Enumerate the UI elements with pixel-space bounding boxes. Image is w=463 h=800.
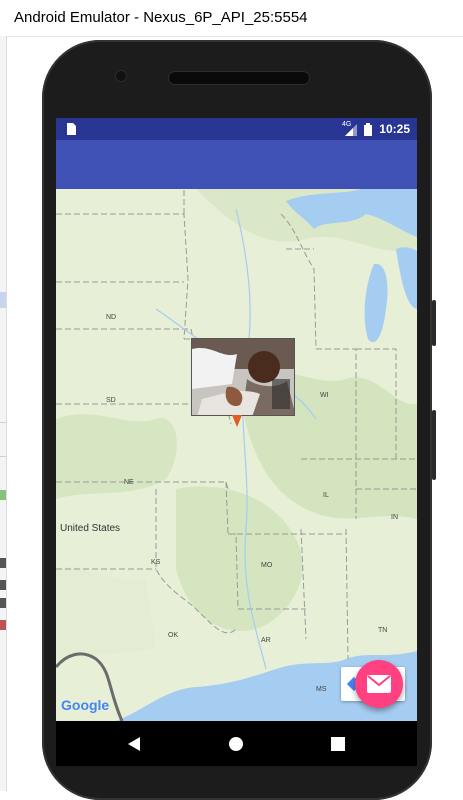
battery-icon xyxy=(364,123,372,136)
ide-code-mark xyxy=(0,558,6,568)
map-label-nd: ND xyxy=(106,314,117,321)
status-bar: 4G 10:25 xyxy=(56,118,417,140)
power-button[interactable] xyxy=(432,300,436,346)
map-label-ar: AR xyxy=(261,637,271,644)
map-marker-pin-icon xyxy=(232,415,242,427)
signal-icon xyxy=(345,124,357,136)
google-logo-text: Google xyxy=(61,697,110,713)
map-label-mo: MO xyxy=(261,562,273,569)
map-label-ok: OK xyxy=(168,632,179,639)
ide-code-mark xyxy=(0,580,6,590)
status-time: 10:25 xyxy=(379,122,410,136)
marker-photo-image xyxy=(192,339,294,415)
google-logo: Google xyxy=(61,697,109,713)
back-icon[interactable] xyxy=(126,736,142,752)
map-label-country: United States xyxy=(60,523,121,534)
ide-background-strip xyxy=(0,36,7,791)
front-camera xyxy=(115,70,127,82)
map-label-in: IN xyxy=(391,514,398,521)
ide-selection-mark xyxy=(0,292,6,308)
app-bar xyxy=(56,140,417,189)
ide-code-mark xyxy=(0,598,6,608)
volume-button[interactable] xyxy=(432,410,436,480)
sim-card-icon xyxy=(67,123,76,135)
map-base xyxy=(56,189,417,721)
navigation-bar xyxy=(56,721,417,766)
map-label-il: IL xyxy=(323,492,329,499)
map-label-ks: KS xyxy=(151,559,161,566)
recents-icon[interactable] xyxy=(331,737,345,751)
ide-code-mark xyxy=(0,490,6,500)
photo-marker[interactable] xyxy=(191,338,295,416)
earpiece-speaker xyxy=(168,71,310,85)
ide-code-mark xyxy=(0,620,6,630)
ide-divider xyxy=(0,422,6,423)
map-label-ne: NE xyxy=(124,479,134,486)
map-label-tn: TN xyxy=(378,627,388,634)
map-label-ms: MS xyxy=(316,686,327,693)
map-label-wi: WI xyxy=(320,392,329,399)
map-view[interactable]: ND MN WI SD NE IL IN KS MO OK AR TN MS A… xyxy=(56,189,417,761)
window-title-bar: Android Emulator - Nexus_6P_API_25:5554 xyxy=(0,0,463,37)
home-icon[interactable] xyxy=(228,736,244,752)
window-title: Android Emulator - Nexus_6P_API_25:5554 xyxy=(14,9,308,26)
device-screen: 4G 10:25 ND WI SD NE IL IN KS MO OK AR T… xyxy=(56,118,417,766)
map-label-sd: SD xyxy=(106,397,116,404)
email-icon xyxy=(367,675,391,693)
compose-email-button[interactable] xyxy=(355,660,403,708)
ide-divider xyxy=(0,456,6,457)
